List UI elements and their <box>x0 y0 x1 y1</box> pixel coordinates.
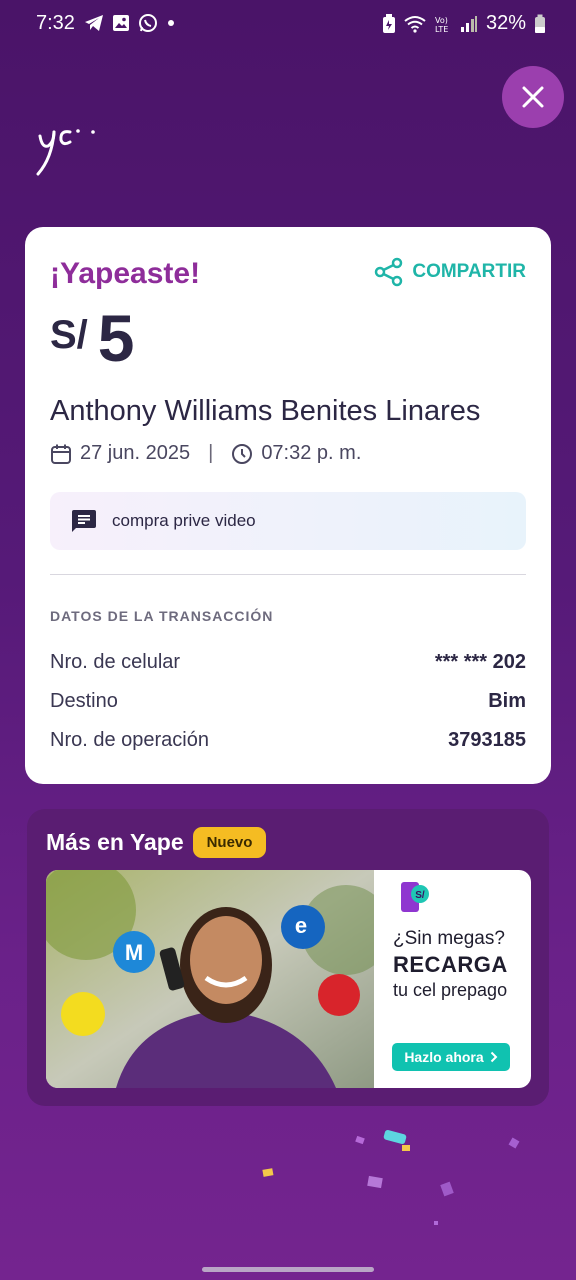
whatsapp-icon <box>139 14 157 32</box>
telegram-icon <box>85 15 103 31</box>
detail-label: Destino <box>50 690 118 712</box>
status-bar: 7:32 Vo) LTE 32% <box>0 0 576 52</box>
svg-text:S/: S/ <box>415 890 425 901</box>
system-icons: Vo) LTE 32% <box>382 12 546 35</box>
wifi-icon <box>404 15 426 33</box>
battery-percent: 32% <box>485 12 526 34</box>
chevron-right-icon <box>490 1051 498 1063</box>
share-icon <box>375 257 403 287</box>
date-text: 27 jun. 2025 <box>80 442 191 464</box>
yape-logo <box>36 129 95 176</box>
currency-symbol: S/ <box>50 313 88 357</box>
new-badge: Nuevo <box>193 827 266 858</box>
status-time: 7:32 <box>36 12 75 34</box>
banner-button-label: Hazlo ahora <box>404 1049 484 1065</box>
clock-icon <box>232 443 253 464</box>
phone-sol-icon: S/ <box>401 882 429 912</box>
detail-value: 3793185 <box>448 729 526 751</box>
datetime-separator: | <box>208 442 214 464</box>
battery-saver-icon <box>382 13 395 33</box>
dot-icon <box>168 20 174 26</box>
detail-value: *** *** 202 <box>434 651 526 673</box>
banner-photo: M e <box>46 870 374 1088</box>
close-button[interactable] <box>502 66 564 128</box>
divider <box>50 574 526 575</box>
receipt-card: ¡Yapeaste! COMPARTIR S/ 5 Anthony Willia… <box>25 227 551 784</box>
payment-note: compra prive video <box>50 492 526 550</box>
banner-text: ¿Sin megas? RECARGA tu cel prepago <box>393 928 508 1001</box>
amount-value: 5 <box>97 301 135 375</box>
calendar-icon <box>51 444 71 464</box>
share-label: COMPARTIR <box>412 261 526 282</box>
detail-row-phone: Nro. de celular *** *** 202 <box>50 651 526 674</box>
hazlo-ahora-button[interactable]: Hazlo ahora <box>392 1043 510 1071</box>
more-in-yape-card: Más en Yape Nuevo M e S/ ¿Sin megas? REC… <box>27 809 549 1106</box>
volte-icon: Vo)LTE <box>435 16 448 34</box>
home-indicator[interactable] <box>202 1267 374 1272</box>
detail-label: Nro. de operación <box>50 729 209 751</box>
datetime: 27 jun. 2025 | 07:32 p. m. <box>50 442 361 465</box>
amount: S/ 5 <box>50 305 135 371</box>
share-button[interactable]: COMPARTIR <box>374 257 526 287</box>
detail-row-destination: Destino Bim <box>50 690 526 713</box>
note-text: compra prive video <box>112 511 256 530</box>
detail-value: Bim <box>488 690 526 712</box>
banner-line1: ¿Sin megas? <box>393 928 505 949</box>
recharge-banner[interactable]: M e S/ ¿Sin megas? RECARGA tu cel prepag… <box>46 870 531 1088</box>
detail-label: Nro. de celular <box>50 651 181 673</box>
close-icon <box>522 86 544 108</box>
battery-icon <box>535 14 545 33</box>
confetti-piece <box>262 1168 274 1177</box>
section-title: DATOS DE LA TRANSACCIÓN <box>50 608 274 624</box>
confetti-decoration <box>355 1129 520 1225</box>
notification-icons <box>84 13 176 33</box>
svg-text:M: M <box>125 940 143 965</box>
more-title: Más en Yape <box>46 829 184 855</box>
recipient-name: Anthony Williams Benites Linares <box>50 395 481 427</box>
svg-text:Vo): Vo) <box>435 16 448 25</box>
banner-line3: tu cel prepago <box>393 980 508 1000</box>
time-text: 07:32 p. m. <box>261 442 362 464</box>
bitel-logo <box>61 992 105 1036</box>
message-icon <box>72 510 96 532</box>
detail-row-operation: Nro. de operación 3793185 <box>50 729 526 752</box>
receipt-title: ¡Yapeaste! <box>50 257 201 290</box>
signal-icon <box>460 15 477 32</box>
claro-logo <box>318 974 360 1016</box>
banner-line2: RECARGA <box>393 952 508 977</box>
svg-text:e: e <box>295 913 307 938</box>
gallery-icon <box>113 15 129 31</box>
svg-text:LTE: LTE <box>435 25 448 34</box>
